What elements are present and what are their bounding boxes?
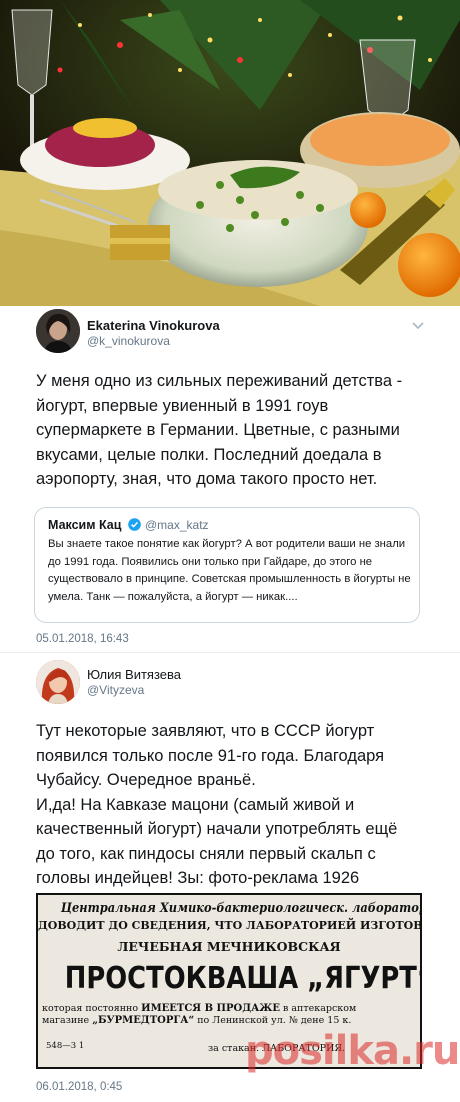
author-name[interactable]: Ekaterina Vinokurova	[87, 318, 220, 333]
chevron-down-icon[interactable]	[411, 321, 425, 331]
avatar[interactable]	[36, 660, 80, 704]
advert-code: 548—3 1	[46, 1041, 85, 1051]
tweet-text: У меня одно из сильных переживаний детст…	[36, 372, 403, 488]
festive-table-photo	[0, 0, 460, 306]
quoted-tweet-text: Вы знаете такое понятие как йогурт? А во…	[48, 538, 411, 603]
quoted-author-handle: @max_katz	[145, 518, 209, 532]
advert-text: „БУРМЕДТОРГА“	[92, 1015, 195, 1026]
advert-body: которая постоянно ИМЕЕТСЯ В ПРОДАЖЕ в ап…	[42, 1003, 416, 1027]
advert-text: в аптекарском	[280, 1003, 357, 1014]
quoted-author-name: Максим Кац	[48, 518, 122, 532]
watermark: posilka.ru	[245, 1028, 460, 1074]
timestamp[interactable]: 05.01.2018, 16:43	[36, 633, 129, 645]
avatar-photo	[36, 660, 80, 704]
advert-line: Центральная Химико-бактериологическ. лаб…	[60, 901, 420, 916]
author-handle[interactable]: @k_vinokurova	[87, 334, 170, 348]
author-handle[interactable]: @Vityzeva	[87, 683, 144, 697]
advert-text: которая постоянно	[42, 1003, 142, 1014]
festive-table-illustration	[0, 0, 460, 306]
advert-text: магазине	[42, 1015, 93, 1026]
quoted-tweet[interactable]: Максим Кац @max_katz Вы знаете такое пон…	[34, 507, 420, 623]
advert-text: по Ленинской ул. № дене 15 к.	[194, 1015, 352, 1026]
tweet-text: Тут некоторые заявляют, что в СССР йогур…	[36, 722, 398, 887]
verified-badge-icon	[128, 518, 141, 531]
avatar[interactable]	[36, 309, 80, 353]
advert-text: ИМЕЕТСЯ В ПРОДАЖЕ	[141, 1003, 280, 1014]
tweet-ekaterina: Ekaterina Vinokurova @k_vinokurova У мен…	[0, 306, 460, 651]
advert-headline: ПРОСТОКВАША „ЯГУРТ“,	[64, 961, 422, 996]
avatar-photo	[36, 309, 80, 353]
advert-line: ДОВОДИТ ДО СВЕДЕНИЯ, ЧТО ЛАБОРАТОРИЕЙ ИЗ…	[38, 919, 422, 932]
timestamp[interactable]: 06.01.2018, 0:45	[36, 1081, 122, 1093]
author-name[interactable]: Юлия Витязева	[87, 667, 181, 682]
advert-line: ЛЕЧЕБНАЯ МЕЧНИКОВСКАЯ	[117, 939, 341, 954]
